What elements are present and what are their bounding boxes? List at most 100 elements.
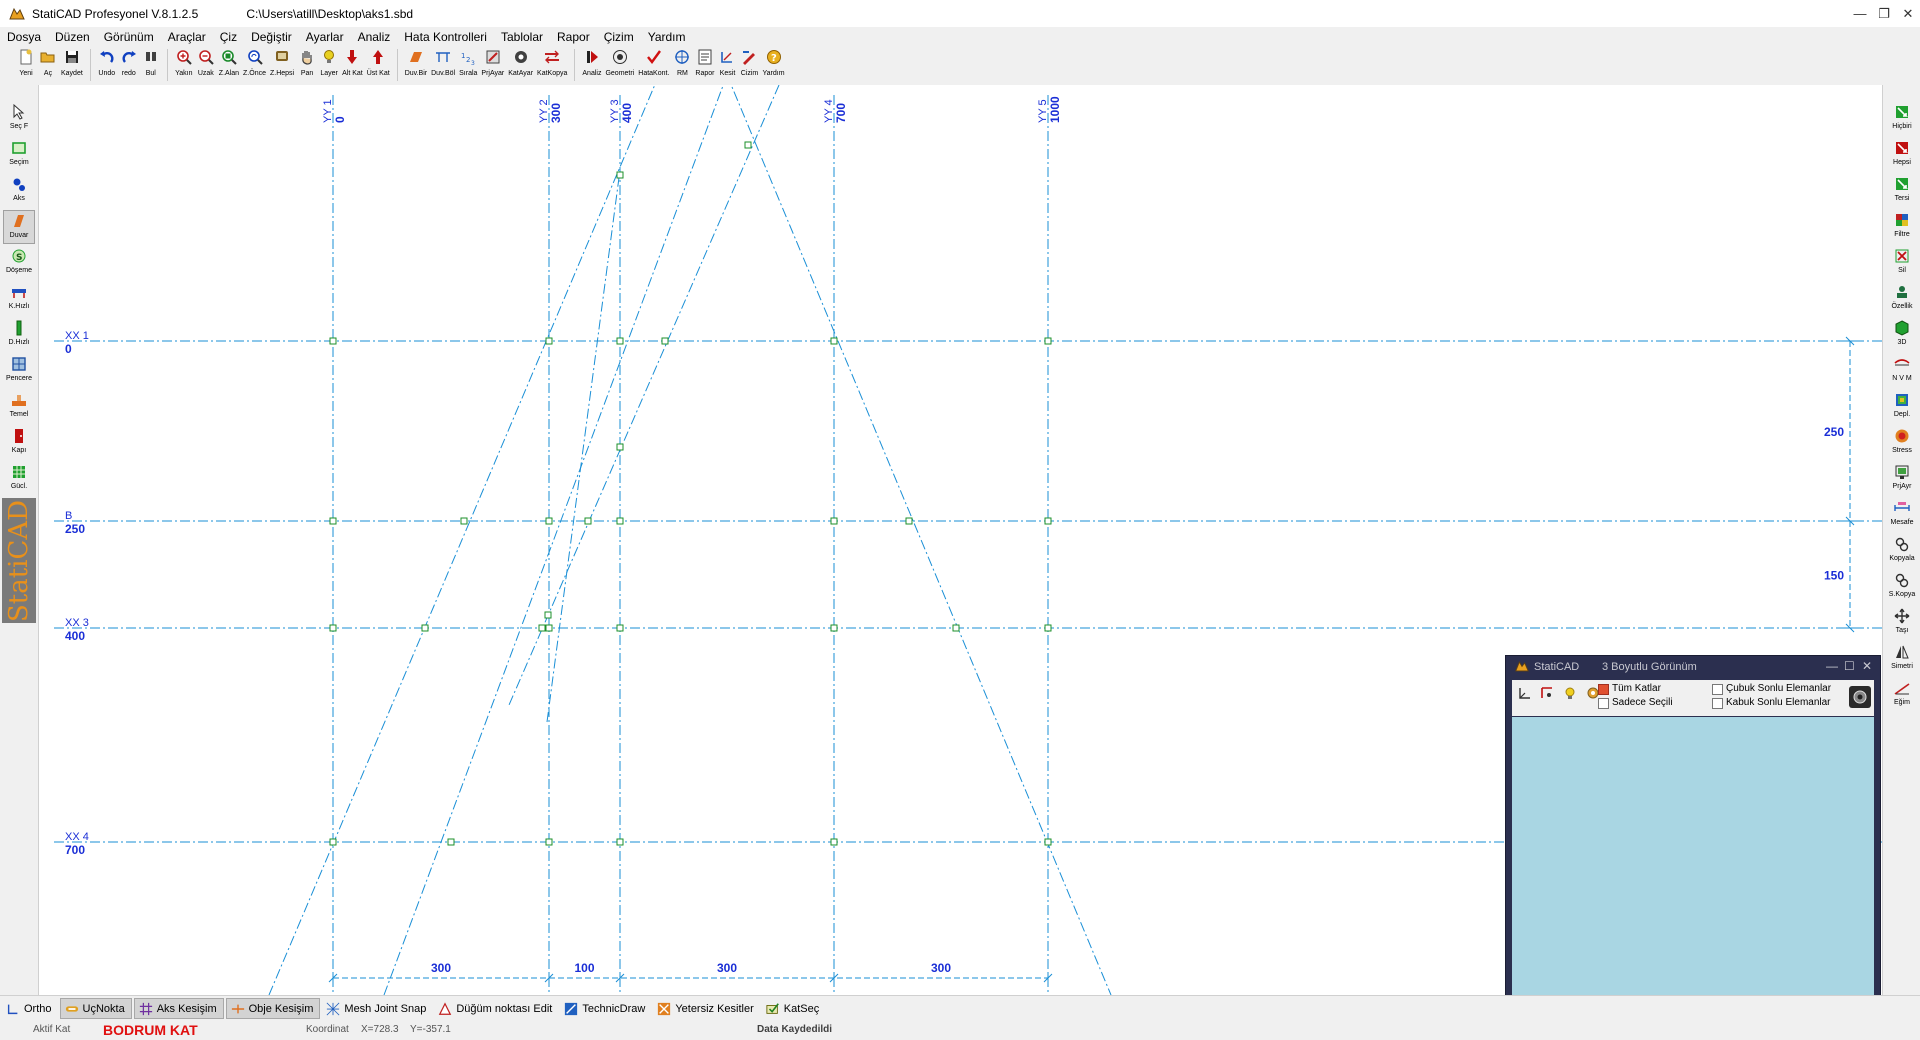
right-tool-stress[interactable]: Stress	[1886, 426, 1918, 460]
view-3d-maximize-button[interactable]: ☐	[1844, 659, 1855, 673]
right-tool-copy[interactable]: Kopyala	[1886, 534, 1918, 568]
menu-item[interactable]: Analiz	[351, 27, 398, 47]
toolbar-button-new-file[interactable]: Yeni	[15, 47, 37, 83]
right-tool-properties[interactable]: Özellik	[1886, 282, 1918, 316]
snap-node[interactable]	[329, 517, 337, 525]
toolbar-button-wall-split[interactable]: Duv.Böl	[429, 47, 457, 83]
toolbar-button-error-check[interactable]: HataKont.	[636, 47, 671, 83]
left-tool-selection-box[interactable]: Seçim	[3, 138, 35, 172]
snap-node[interactable]	[544, 611, 552, 619]
left-tool-slab[interactable]: S Döşeme	[3, 246, 35, 280]
toolbar-button-undo-arrow[interactable]: Undo	[96, 47, 118, 83]
menu-item[interactable]: Çiz	[213, 27, 244, 47]
snap-node[interactable]	[460, 517, 468, 525]
toolbar-button-help[interactable]: ? Yardım	[760, 47, 786, 83]
toolbar-button-lower-floor[interactable]: Alt Kat	[340, 47, 365, 83]
snap-node[interactable]	[584, 517, 592, 525]
snap-toggle-object-intersection[interactable]: Obje Kesişim	[225, 998, 321, 1019]
snap-node[interactable]	[661, 337, 669, 345]
toolbar-button-analysis[interactable]: Analiz	[580, 47, 603, 83]
cubuk-sonlu-checkbox[interactable]	[1712, 684, 1723, 695]
right-tool-project-adjust[interactable]: PrjAyr	[1886, 462, 1918, 496]
toolbar-button-drawing[interactable]: Cizim	[738, 47, 760, 83]
menu-item[interactable]: Hata Kontrolleri	[397, 27, 494, 47]
menu-item[interactable]: Dosya	[0, 27, 48, 47]
toolbar-button-zoom-area[interactable]: Z.Alan	[217, 47, 241, 83]
toolbar-button-project-settings[interactable]: PrjAyar	[479, 47, 506, 83]
snap-toggle-node-edit[interactable]: Düğüm noktası Edit	[434, 998, 558, 1019]
right-tool-mirror[interactable]: Simetri	[1886, 642, 1918, 676]
menu-item[interactable]: Görünüm	[97, 27, 161, 47]
left-tool-beam-quick[interactable]: K.Hızlı	[3, 282, 35, 316]
right-tool-select-inverse[interactable]: Tersi	[1886, 174, 1918, 208]
snap-node[interactable]	[616, 624, 624, 632]
snap-node[interactable]	[830, 838, 838, 846]
right-tool-special-copy[interactable]: S.Kopya	[1886, 570, 1918, 604]
view-3d-close-button[interactable]: ✕	[1862, 659, 1872, 673]
snap-toggle-axis-intersection[interactable]: Aks Kesişim	[133, 998, 224, 1019]
tum-katlar-checkbox[interactable]	[1598, 684, 1609, 695]
left-tool-column-quick[interactable]: D.Hızlı	[3, 318, 35, 352]
snap-node[interactable]	[616, 443, 624, 451]
menu-item[interactable]: Tablolar	[494, 27, 550, 47]
toolbar-button-floor-settings[interactable]: KatAyar	[506, 47, 535, 83]
snap-node[interactable]	[830, 517, 838, 525]
toolbar-button-save-disk[interactable]: Kaydet	[59, 47, 85, 83]
right-tool-delete[interactable]: Sil	[1886, 246, 1918, 280]
snap-toggle-floor-select[interactable]: KatSeç	[762, 998, 825, 1019]
toolbar-button-order[interactable]: 1 2 3 Sırala	[457, 47, 479, 83]
toolbar-button-zoom-all[interactable]: Z.Hepsi	[268, 47, 296, 83]
toolbar-button-zoom-out[interactable]: Uzak	[195, 47, 217, 83]
toolbar-button-section[interactable]: Kesit	[716, 47, 738, 83]
snap-node[interactable]	[545, 624, 553, 632]
toolbar-button-report[interactable]: Rapor	[693, 47, 716, 83]
snap-node[interactable]	[830, 337, 838, 345]
right-tool-distance[interactable]: Mesafe	[1886, 498, 1918, 532]
view-3d-titlebar[interactable]: StatiCAD 3 Boyutlu Görünüm — ☐ ✕	[1506, 656, 1880, 678]
toolbar-button-layer-bulb[interactable]: Layer	[318, 47, 340, 83]
toolbar-button-find[interactable]: Bul	[140, 47, 162, 83]
view-3d-viewport[interactable]	[1512, 717, 1874, 996]
construction-line[interactable]	[268, 85, 659, 995]
menu-item[interactable]: Araçlar	[161, 27, 213, 47]
right-tool-move[interactable]: Taşı	[1886, 606, 1918, 640]
snap-node[interactable]	[538, 624, 546, 632]
toolbar-button-redo-arrow[interactable]: redo	[118, 47, 140, 83]
toolbar-button-geometry[interactable]: Geometri	[603, 47, 636, 83]
menu-item[interactable]: Rapor	[550, 27, 597, 47]
snap-node[interactable]	[421, 624, 429, 632]
menu-item[interactable]: Ayarlar	[299, 27, 351, 47]
kabuk-sonlu-checkbox[interactable]	[1712, 698, 1723, 709]
snap-node[interactable]	[830, 624, 838, 632]
snap-node[interactable]	[545, 517, 553, 525]
maximize-button[interactable]: ❐	[1872, 0, 1896, 27]
snap-node[interactable]	[616, 171, 624, 179]
construction-line[interactable]	[727, 85, 1112, 995]
right-tool-slope[interactable]: Eğim	[1886, 678, 1918, 712]
snap-node[interactable]	[952, 624, 960, 632]
left-tool-select-arrow[interactable]: Seç F	[3, 102, 35, 136]
snap-node[interactable]	[1044, 517, 1052, 525]
snap-node[interactable]	[447, 838, 455, 846]
coordinate-axes-icon[interactable]	[1518, 686, 1532, 700]
menu-item[interactable]: Düzen	[48, 27, 97, 47]
toolbar-button-upper-floor[interactable]: Üst Kat	[365, 47, 392, 83]
left-tool-foundation[interactable]: Temel	[3, 390, 35, 424]
left-tool-window[interactable]: Pencere	[3, 354, 35, 388]
toolbar-button-open-folder[interactable]: Aç	[37, 47, 59, 83]
right-tool-filter[interactable]: Filtre	[1886, 210, 1918, 244]
left-tool-wall[interactable]: Duvar	[3, 210, 35, 244]
menu-item[interactable]: Değiştir	[244, 27, 299, 47]
snap-node[interactable]	[329, 624, 337, 632]
view-3d-minimize-button[interactable]: —	[1826, 659, 1838, 673]
snap-node[interactable]	[905, 517, 913, 525]
snap-node[interactable]	[1044, 624, 1052, 632]
snap-toggle-technic-draw[interactable]: TechnicDraw	[560, 998, 651, 1019]
right-tool-view-3d[interactable]: 3D	[1886, 318, 1918, 352]
toolbar-button-pan-hand[interactable]: Pan	[296, 47, 318, 83]
snap-node[interactable]	[329, 838, 337, 846]
view-3d-window[interactable]: StatiCAD 3 Boyutlu Görünüm — ☐ ✕ Tüm Kat…	[1505, 655, 1881, 1002]
toolbar-button-zoom-in[interactable]: Yakın	[173, 47, 195, 83]
snap-toggle-endpoint[interactable]: UçNokta	[59, 998, 132, 1019]
snap-toggle-insufficient-sections[interactable]: Yetersiz Kesitler	[653, 998, 759, 1019]
